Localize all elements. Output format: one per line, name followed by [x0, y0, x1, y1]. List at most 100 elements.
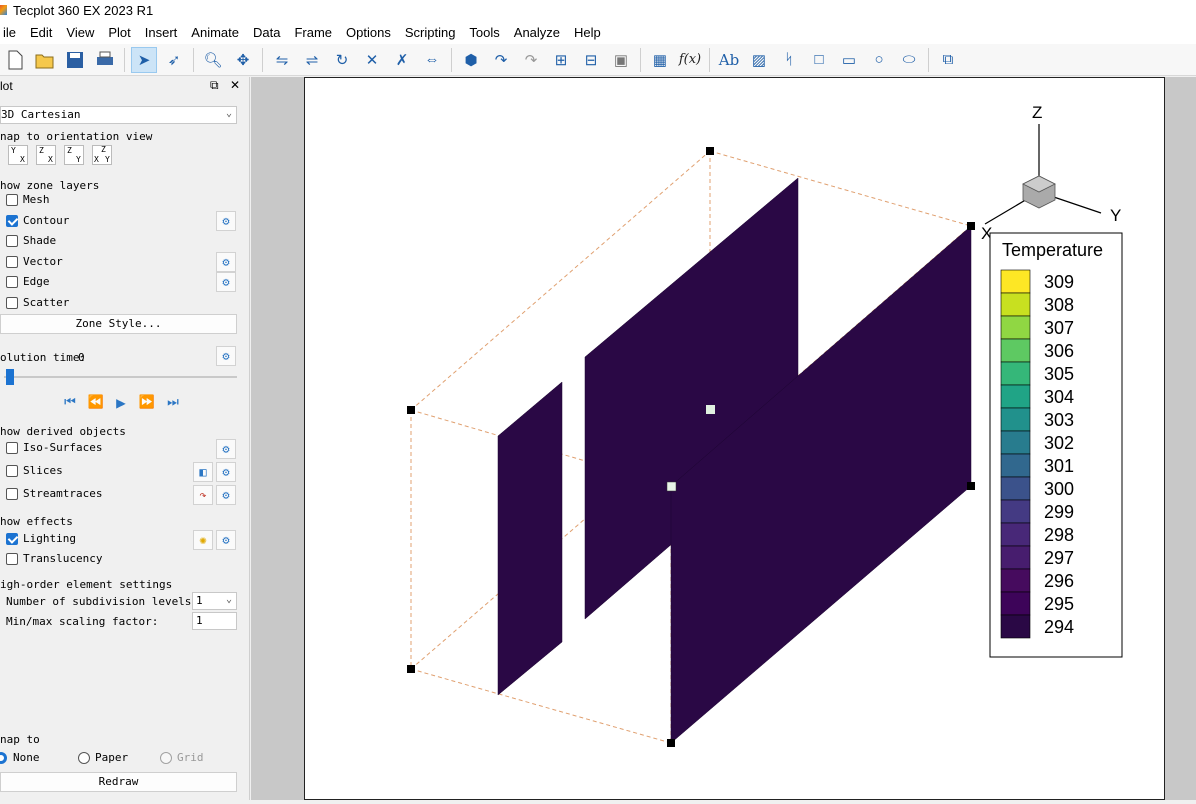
- rotate-x-icon[interactable]: ⇋: [269, 47, 295, 73]
- contour-checkbox[interactable]: [6, 214, 18, 227]
- restore-icon[interactable]: ⧉: [210, 78, 219, 93]
- title-bar: Tecplot 360 EX 2023 R1: [0, 0, 1196, 20]
- shade-checkbox[interactable]: [6, 235, 18, 247]
- iso-surfaces-settings-icon[interactable]: ⚙: [216, 439, 236, 459]
- text-icon[interactable]: Ab: [716, 47, 742, 73]
- rotate-xy-icon[interactable]: ✕: [359, 47, 385, 73]
- streamtraces-checkbox[interactable]: [6, 488, 18, 500]
- scatter-checkbox[interactable]: [6, 296, 18, 309]
- curve-arrow2-icon[interactable]: ↷: [518, 47, 544, 73]
- legend-swatch: [1000, 591, 1031, 616]
- zone-style-button[interactable]: Zone Style...: [0, 314, 237, 334]
- streamtraces-tool-icon[interactable]: ↷: [193, 485, 213, 505]
- contour-settings-icon[interactable]: ⚙: [216, 210, 236, 231]
- close-icon[interactable]: ✕: [230, 78, 240, 92]
- rotate-icon[interactable]: ↻: [329, 47, 355, 73]
- new-icon[interactable]: [2, 47, 28, 73]
- menu-item[interactable]: Animate: [184, 25, 246, 40]
- scaling-value: 1: [196, 614, 203, 627]
- legend-swatch: [1000, 430, 1031, 455]
- square-icon[interactable]: □: [806, 47, 832, 73]
- play-icon[interactable]: ▶: [111, 392, 131, 412]
- save-icon[interactable]: [62, 47, 88, 73]
- iso-surfaces-checkbox[interactable]: [6, 442, 18, 454]
- formula-icon[interactable]: f(x): [677, 47, 703, 73]
- lighting-tool-icon[interactable]: ✺: [193, 530, 213, 550]
- legend-level-label: 302: [1044, 433, 1074, 453]
- menu-item[interactable]: Frame: [287, 25, 339, 40]
- translucency-checkbox[interactable]: [6, 553, 18, 565]
- orient-yx-button[interactable]: YX: [8, 145, 28, 165]
- legend-swatch: [1000, 568, 1031, 593]
- vector-settings-icon[interactable]: ⚙: [216, 251, 236, 272]
- open-icon[interactable]: [32, 47, 58, 73]
- edge-settings-icon[interactable]: ⚙: [216, 272, 236, 292]
- orient-zy-button[interactable]: ZY: [64, 145, 84, 165]
- toolbar-separator: [640, 47, 641, 72]
- slices-settings-icon[interactable]: ⚙: [216, 462, 236, 482]
- menu-item[interactable]: Plot: [101, 25, 137, 40]
- slices-label: Slices: [23, 464, 63, 477]
- probe-icon[interactable]: ⬢: [458, 47, 484, 73]
- chevron-down-icon: ⌄: [225, 108, 232, 119]
- menu-item[interactable]: Edit: [23, 25, 59, 40]
- menu-item[interactable]: Scripting: [398, 25, 463, 40]
- slices-tool-icon[interactable]: ◧: [193, 462, 213, 482]
- first-frame-icon[interactable]: ⏮: [60, 392, 80, 412]
- rotate-z-icon[interactable]: ⇔: [419, 47, 445, 73]
- polyline-icon[interactable]: ᛋ: [776, 47, 802, 73]
- step-back-icon[interactable]: ⏪: [86, 392, 106, 412]
- contour-add-icon[interactable]: ⊞: [548, 47, 574, 73]
- plot-type-select[interactable]: 3D Cartesian ⌄: [0, 106, 237, 124]
- solution-time-settings-icon[interactable]: ⚙: [216, 346, 236, 366]
- legend-swatch: [1000, 292, 1031, 317]
- grid-icon[interactable]: ▦: [647, 47, 673, 73]
- snap-paper-radio[interactable]: [78, 752, 90, 764]
- curve-arrow-icon[interactable]: ↷: [488, 47, 514, 73]
- snap-grid-radio[interactable]: [160, 752, 172, 764]
- subdivision-select[interactable]: 1 ⌄: [192, 592, 237, 610]
- subdivision-value: 1: [196, 594, 203, 607]
- plot-frame[interactable]: Z Y X Temperature 309 308 307 306 305 304 303 3…: [304, 77, 1165, 800]
- snap-none-radio[interactable]: [0, 752, 7, 764]
- solution-time-slider[interactable]: [4, 376, 237, 378]
- streamtraces-settings-icon[interactable]: ⚙: [216, 485, 236, 505]
- menu-item[interactable]: ile: [0, 25, 23, 40]
- lighting-settings-icon[interactable]: ⚙: [216, 530, 236, 550]
- step-forward-icon[interactable]: ⏩: [137, 392, 157, 412]
- orient-zx-button[interactable]: ZX: [36, 145, 56, 165]
- contour-label-icon[interactable]: ▣: [608, 47, 634, 73]
- menu-item[interactable]: Tools: [462, 25, 506, 40]
- redraw-button[interactable]: Redraw: [0, 772, 237, 792]
- rectangle-icon[interactable]: ▭: [836, 47, 862, 73]
- adjust-icon[interactable]: ➶: [161, 47, 187, 73]
- menu-item[interactable]: Options: [339, 25, 398, 40]
- vector-checkbox[interactable]: [6, 255, 18, 268]
- contour-remove-icon[interactable]: ⊟: [578, 47, 604, 73]
- rotate-y-icon[interactable]: ⇌: [299, 47, 325, 73]
- slices-checkbox[interactable]: [6, 465, 18, 477]
- circle-icon[interactable]: ○: [866, 47, 892, 73]
- rotate-xy2-icon[interactable]: ✗: [389, 47, 415, 73]
- lighting-checkbox[interactable]: [6, 533, 18, 545]
- legend-swatch: [1000, 315, 1031, 340]
- scaling-input[interactable]: 1: [192, 612, 237, 630]
- select-icon[interactable]: ➤: [131, 46, 157, 73]
- frame-icon[interactable]: ⧉: [935, 47, 961, 73]
- zoom-icon[interactable]: 🔍︎: [200, 47, 226, 73]
- last-frame-icon[interactable]: ⏭: [163, 392, 183, 412]
- translate-icon[interactable]: ✥: [230, 47, 256, 73]
- edge-checkbox[interactable]: [6, 276, 18, 288]
- print-icon[interactable]: [92, 47, 118, 73]
- menu-item[interactable]: Analyze: [507, 25, 567, 40]
- image-icon[interactable]: ▨: [746, 47, 772, 73]
- solution-time-slider-thumb[interactable]: [6, 369, 14, 385]
- contour-legend[interactable]: Temperature 309 308 307 306 305 304 303 302 301 3…: [989, 232, 1123, 658]
- menu-item[interactable]: View: [59, 25, 101, 40]
- menu-item[interactable]: Data: [246, 25, 287, 40]
- menu-item[interactable]: Insert: [138, 25, 185, 40]
- mesh-checkbox[interactable]: [6, 194, 18, 206]
- orient-xyz-button[interactable]: ZXY: [92, 145, 112, 165]
- ellipse-icon[interactable]: ⬭: [896, 47, 922, 73]
- menu-item[interactable]: Help: [567, 25, 608, 40]
